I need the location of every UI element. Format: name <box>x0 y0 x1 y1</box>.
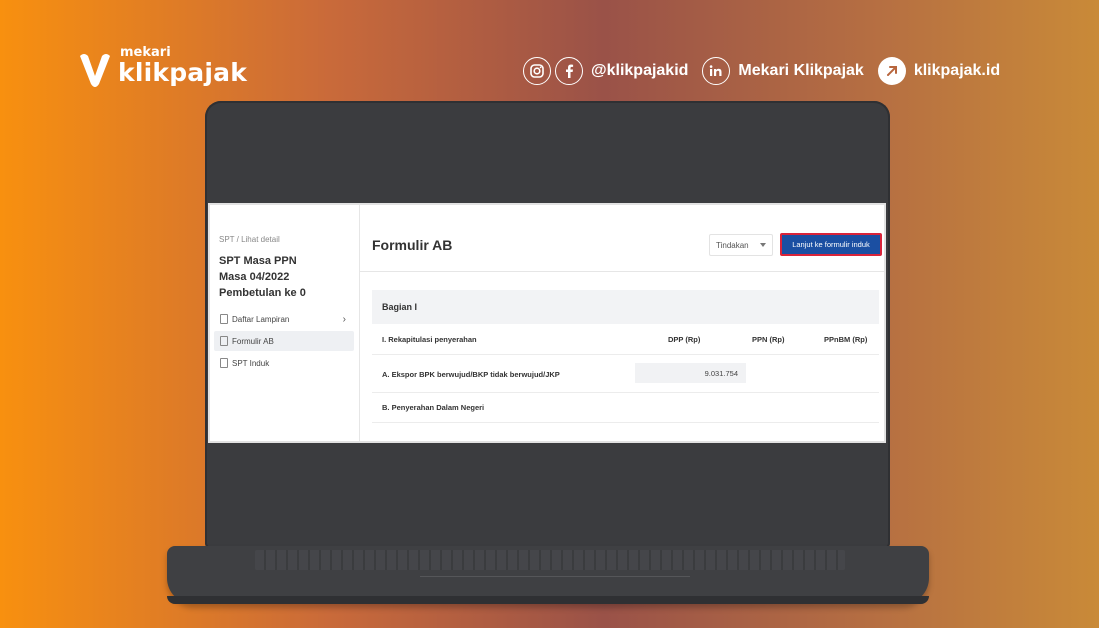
sidebar-item-daftar-lampiran[interactable]: Daftar Lampiran › <box>214 309 354 329</box>
column-dpp: DPP (Rp) <box>668 335 701 344</box>
main-header: Formulir AB Tindakan Lanjut ke formulir … <box>360 205 884 272</box>
instagram-icon[interactable] <box>523 57 551 85</box>
checkmark-logo-icon <box>80 54 110 87</box>
linkedin-icon[interactable] <box>702 57 731 85</box>
sidebar-item-spt-induk[interactable]: SPT Induk <box>214 353 354 373</box>
continue-to-main-form-button[interactable]: Lanjut ke formulir induk <box>780 233 882 256</box>
linkedin-name[interactable]: Mekari Klikpajak <box>738 62 863 80</box>
document-icon <box>220 358 228 368</box>
page-title: Formulir AB <box>372 237 453 253</box>
social-links: @klikpajakid Mekari Klikpajak klikpajak.… <box>523 57 1014 85</box>
table-header-row: I. Rekapitulasi penyerahan DPP (Rp) PPN … <box>372 325 879 355</box>
laptop-screen: SPT / Lihat detail SPT Masa PPN Masa 04/… <box>208 203 886 443</box>
dpp-value-field[interactable]: 9.031.754 <box>635 363 746 383</box>
document-icon <box>220 314 228 324</box>
spt-period: Masa 04/2022 <box>219 271 290 283</box>
website-link[interactable]: klikpajak.id <box>914 62 1000 80</box>
chevron-right-icon: › <box>342 313 346 325</box>
brand-klikpajak: klikpajak <box>118 58 248 87</box>
section-header: Bagian I <box>372 290 879 324</box>
social-handle[interactable]: @klikpajakid <box>591 62 688 80</box>
external-link-icon[interactable] <box>877 57 906 85</box>
laptop-base-edge <box>167 596 929 604</box>
spt-revision: Pembetulan ke 0 <box>219 287 306 299</box>
sidebar-item-label: Daftar Lampiran <box>232 314 290 324</box>
caret-down-icon <box>760 243 766 247</box>
sidebar-item-formulir-ab[interactable]: Formulir AB <box>214 331 354 351</box>
sidebar: SPT / Lihat detail SPT Masa PPN Masa 04/… <box>210 205 360 441</box>
main-content: Formulir AB Tindakan Lanjut ke formulir … <box>360 205 884 441</box>
spt-title: SPT Masa PPN Masa 04/2022 Pembetulan ke … <box>219 253 306 301</box>
spt-type: SPT Masa PPN <box>219 255 297 267</box>
laptop-trackpad <box>420 576 690 577</box>
sidebar-nav: Daftar Lampiran › Formulir AB SPT Induk <box>214 309 354 375</box>
actions-dropdown[interactable]: Tindakan <box>709 234 773 256</box>
sidebar-item-label: Formulir AB <box>232 336 274 346</box>
column-ppnbm: PPnBM (Rp) <box>824 335 868 344</box>
document-icon <box>220 336 228 346</box>
row-label-rekapitulasi: I. Rekapitulasi penyerahan <box>382 335 477 344</box>
sidebar-item-label: SPT Induk <box>232 358 270 368</box>
column-ppn: PPN (Rp) <box>752 335 785 344</box>
breadcrumb[interactable]: SPT / Lihat detail <box>219 235 280 244</box>
row-label-penyerahan-dalam-negeri: B. Penyerahan Dalam Negeri <box>382 403 485 412</box>
actions-dropdown-label: Tindakan <box>716 240 749 250</box>
table-row: A. Ekspor BPK berwujud/BKP tidak berwuju… <box>372 357 879 393</box>
brand-logo: mekari klikpajak <box>78 46 247 90</box>
facebook-icon[interactable] <box>555 57 583 85</box>
row-label-ekspor: A. Ekspor BPK berwujud/BKP tidak berwuju… <box>382 370 560 379</box>
table-row: B. Penyerahan Dalam Negeri <box>372 393 879 423</box>
laptop-keyboard <box>255 550 845 570</box>
